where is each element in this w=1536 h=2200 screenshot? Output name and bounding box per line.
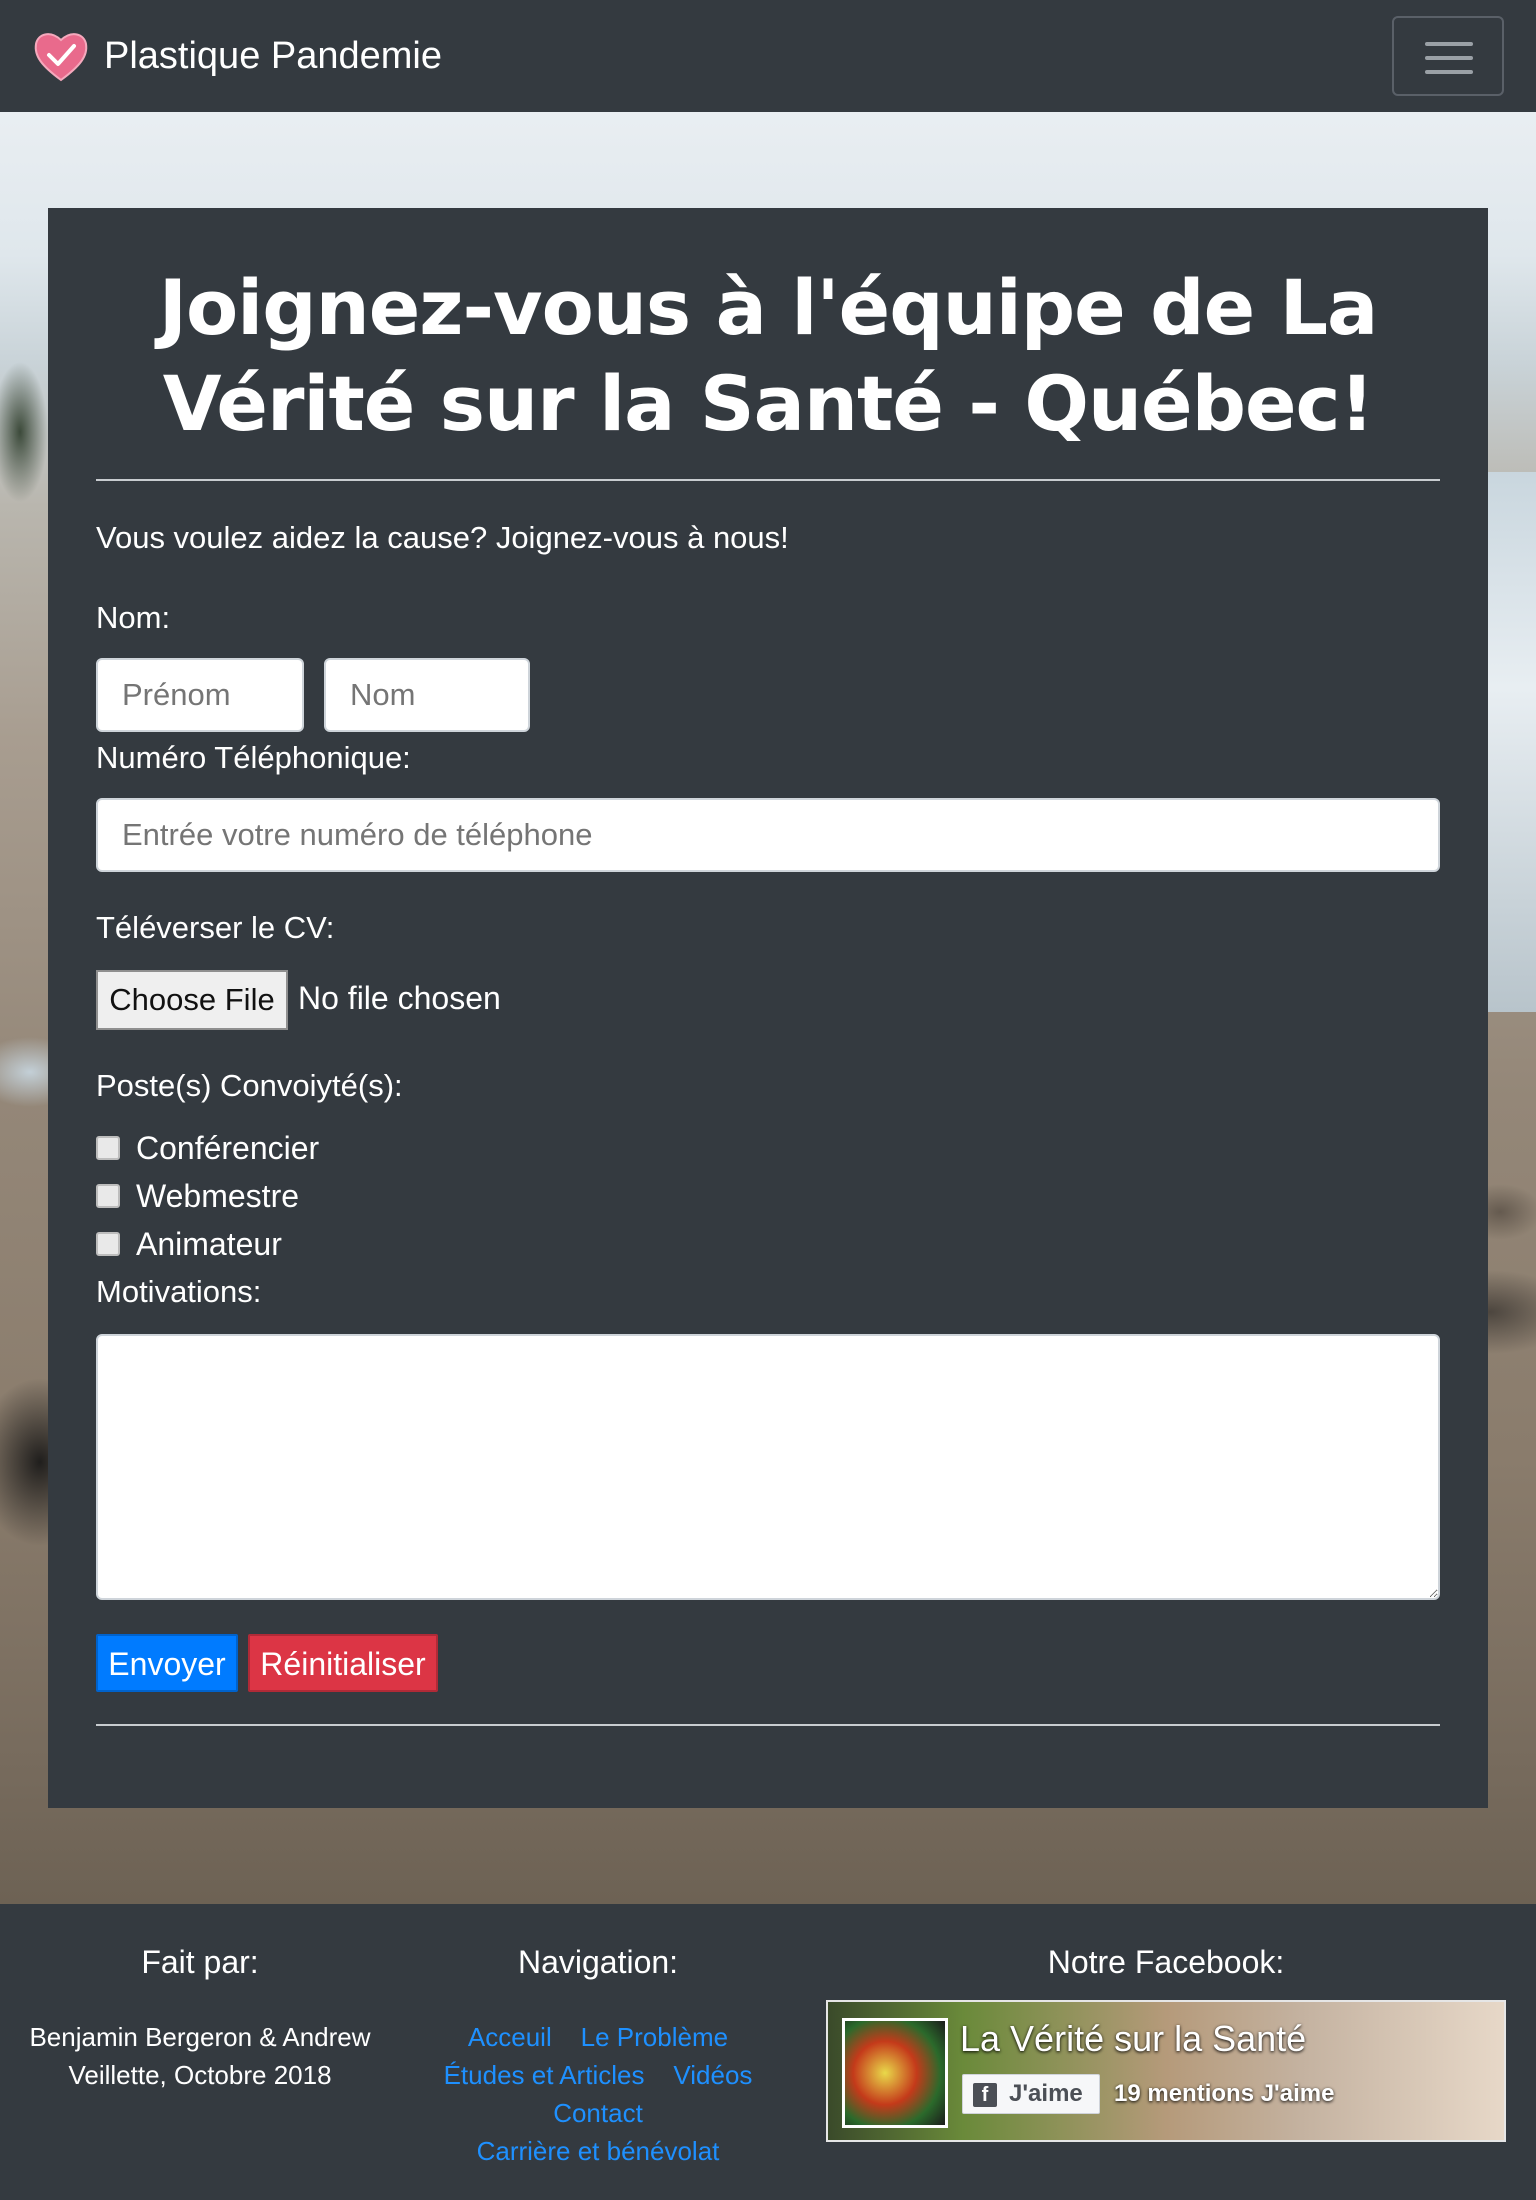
- checkbox-animateur[interactable]: [96, 1232, 120, 1256]
- credits-heading: Fait par:: [141, 1944, 259, 1980]
- nav-link-videos[interactable]: Vidéos: [673, 2060, 752, 2090]
- heart-check-icon: [34, 33, 88, 82]
- navbar: Plastique Pandemie: [0, 0, 1536, 112]
- choose-file-button[interactable]: Choose File: [96, 970, 288, 1030]
- name-label: Nom:: [96, 600, 171, 635]
- navigation-heading: Navigation:: [517, 1944, 679, 1980]
- hamburger-menu-icon: [1425, 42, 1473, 46]
- checkbox-conferencier[interactable]: [96, 1136, 120, 1160]
- hamburger-menu-icon: [1425, 70, 1473, 74]
- phone-input[interactable]: [96, 798, 1440, 872]
- facebook-like-count: 19 mentions J'aime: [1114, 2080, 1335, 2107]
- facebook-icon: f: [973, 2083, 997, 2107]
- footer: Fait par: Benjamin Bergeron & Andrew Vei…: [0, 1904, 1536, 2200]
- submit-button[interactable]: Envoyer: [96, 1634, 238, 1692]
- brand-link[interactable]: Plastique Pandemie: [32, 28, 442, 84]
- nav-link-etudes-articles[interactable]: Études et Articles: [444, 2060, 645, 2090]
- brand-name: Plastique Pandemie: [104, 35, 442, 77]
- motivations-label: Motivations:: [96, 1274, 262, 1309]
- file-status: No file chosen: [298, 980, 501, 1016]
- nav-link-acceuil[interactable]: Acceuil: [468, 2022, 552, 2052]
- nav-row-4: Carrière et bénévolat: [398, 2132, 798, 2170]
- divider: [96, 479, 1440, 481]
- facebook-like-label: J'aime: [1009, 2080, 1083, 2107]
- positions-label: Poste(s) Convoiyté(s):: [96, 1068, 403, 1103]
- facebook-page-name[interactable]: La Vérité sur la Santé: [960, 2018, 1306, 2060]
- divider: [96, 1724, 1440, 1726]
- last-name-input[interactable]: [324, 658, 530, 732]
- credits-line-2: Veillette, Octobre 2018: [68, 2060, 332, 2090]
- facebook-like-button[interactable]: f J'aime: [962, 2074, 1100, 2114]
- checkbox-label: Conférencier: [136, 1130, 320, 1166]
- facebook-heading: Notre Facebook:: [1047, 1944, 1285, 1980]
- checkbox-label: Animateur: [136, 1226, 282, 1262]
- nav-row-3: Contact: [398, 2094, 798, 2132]
- credits-line-1: Benjamin Bergeron & Andrew: [29, 2022, 371, 2052]
- facebook-page-thumbnail: [842, 2018, 948, 2128]
- checkbox-label: Webmestre: [136, 1178, 300, 1214]
- nav-row-1: Acceuil Le Problème: [398, 2018, 798, 2056]
- nav-link-carriere-benevolat[interactable]: Carrière et bénévolat: [477, 2136, 720, 2166]
- reset-button[interactable]: Réinitialiser: [248, 1634, 438, 1692]
- nav-row-2: Études et Articles Vidéos: [398, 2056, 798, 2094]
- form-intro: Vous voulez aidez la cause? Joignez-vous…: [96, 520, 789, 555]
- page-title: Joignez-vous à l'équipe de La Vérité sur…: [158, 263, 1379, 448]
- application-form-card: Joignez-vous à l'équipe de La Vérité sur…: [48, 208, 1488, 1808]
- nav-link-le-probleme[interactable]: Le Problème: [581, 2022, 728, 2052]
- phone-label: Numéro Téléphonique:: [96, 740, 411, 775]
- first-name-input[interactable]: [96, 658, 304, 732]
- hamburger-menu-icon: [1425, 56, 1473, 60]
- navbar-toggler-button[interactable]: [1392, 16, 1504, 96]
- nav-link-contact[interactable]: Contact: [553, 2098, 643, 2128]
- motivations-textarea[interactable]: [96, 1334, 1440, 1600]
- facebook-page-widget[interactable]: La Vérité sur la Santé f J'aime 19 menti…: [826, 2000, 1506, 2142]
- cv-label: Téléverser le CV:: [96, 910, 335, 945]
- checkbox-webmestre[interactable]: [96, 1184, 120, 1208]
